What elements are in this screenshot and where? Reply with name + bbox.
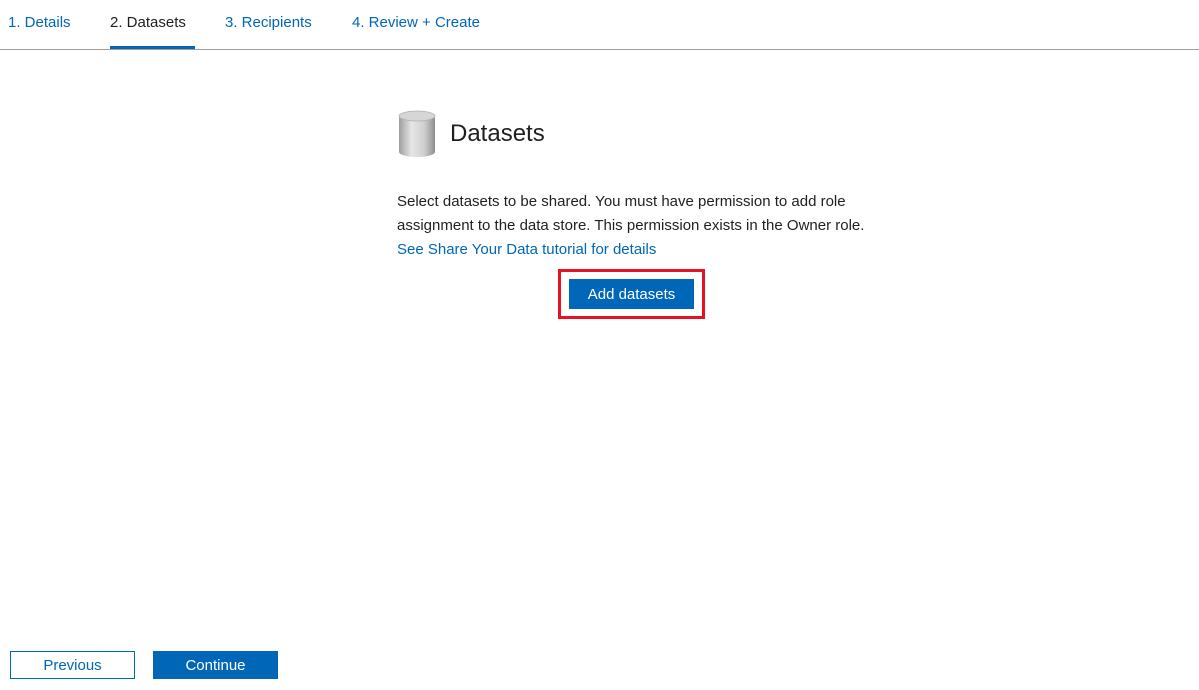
add-datasets-button[interactable]: Add datasets bbox=[569, 279, 694, 309]
section-description: Select datasets to be shared. You must h… bbox=[397, 190, 867, 262]
active-tab-indicator bbox=[110, 46, 195, 49]
section-title: Datasets bbox=[450, 120, 545, 147]
tutorial-link[interactable]: See Share Your Data tutorial for details bbox=[397, 241, 656, 258]
tab-review-create[interactable]: 4. Review + Create bbox=[352, 14, 480, 31]
tab-recipients[interactable]: 3. Recipients bbox=[225, 14, 312, 31]
database-icon bbox=[398, 110, 436, 157]
previous-button[interactable]: Previous bbox=[10, 651, 135, 679]
tab-details[interactable]: 1. Details bbox=[8, 14, 71, 31]
continue-button[interactable]: Continue bbox=[153, 651, 278, 679]
wizard-tab-bar: 1. Details 2. Datasets 3. Recipients 4. … bbox=[0, 0, 1199, 50]
description-text: Select datasets to be shared. You must h… bbox=[397, 193, 865, 234]
tab-datasets[interactable]: 2. Datasets bbox=[110, 14, 186, 31]
